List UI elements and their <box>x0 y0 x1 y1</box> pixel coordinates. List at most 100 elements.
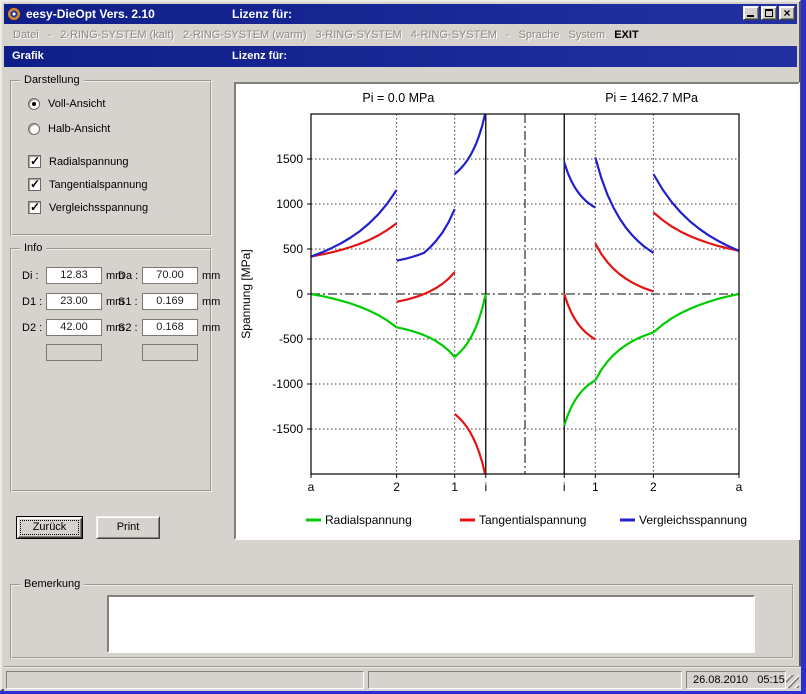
field-da-unit: mm <box>202 270 220 282</box>
close-icon: × <box>780 6 794 20</box>
series-vergleichsspannung <box>455 111 486 174</box>
title-license-label: Lizenz für: <box>232 7 292 21</box>
field-da-value[interactable]: 70.00 <box>142 267 198 284</box>
y-axis-label: Spannung [MPa] <box>239 249 253 338</box>
x-tick-label: 1 <box>451 480 458 494</box>
checkbox-radialspannung[interactable]: Radialspannung <box>28 155 129 168</box>
stress-chart: 150010005000-500-1000-1500a21ii12aPi = 0… <box>236 84 798 538</box>
field-s2-value[interactable]: 0.168 <box>142 319 198 336</box>
minimize-icon <box>747 15 754 17</box>
series-radialspannung <box>595 332 653 380</box>
x-tick-label: i <box>484 480 487 494</box>
x-tick-label: i <box>563 480 566 494</box>
series-radialspannung <box>397 327 455 357</box>
y-tick-label: -1500 <box>272 422 303 436</box>
radio-voll-ansicht-label: Voll-Ansicht <box>48 98 105 110</box>
info-group-title: Info <box>20 242 46 254</box>
series-vergleichsspannung <box>595 157 653 253</box>
field-d1-label: D1 : <box>22 296 42 308</box>
y-tick-label: 1500 <box>276 152 303 166</box>
title-bar: eesy-DieOpt Vers. 2.10 Lizenz für: × <box>4 4 797 24</box>
x-tick-label: 1 <box>592 480 599 494</box>
checkbox-vergleichsspannung-label: Vergleichsspannung <box>49 202 148 214</box>
radio-halb-ansicht[interactable]: Halb-Ansicht <box>28 123 110 135</box>
menu-separator: - <box>48 29 52 41</box>
series-tangentialspannung <box>397 272 455 302</box>
field-di-label: Di : <box>22 270 39 282</box>
print-button[interactable]: Print <box>96 516 160 539</box>
field-extra-left[interactable] <box>46 344 102 361</box>
x-tick-label: 2 <box>393 480 400 494</box>
back-button[interactable]: Zurück <box>16 516 83 539</box>
app-window: eesy-DieOpt Vers. 2.10 Lizenz für: × Dat… <box>0 0 801 691</box>
status-datetime: 26.08.2010 05:15 <box>686 671 786 689</box>
menu-item-sprache[interactable]: Sprache <box>519 29 560 41</box>
info-groupbox: Info Di : 12.83 mm Da : 70.00 mm D1 : 23… <box>10 248 212 492</box>
resize-grip[interactable] <box>786 675 799 688</box>
checkbox-vergleichsspannung[interactable]: Vergleichsspannung <box>28 201 148 214</box>
checkbox-tangentialspannung[interactable]: Tangentialspannung <box>28 178 147 191</box>
series-vergleichsspannung <box>564 162 595 207</box>
series-tangentialspannung <box>564 294 595 339</box>
bemerkung-textarea[interactable] <box>107 595 755 653</box>
menu-item-exit[interactable]: EXIT <box>614 29 638 41</box>
series-tangentialspannung <box>455 414 486 477</box>
bemerkung-group-title: Bemerkung <box>20 578 84 590</box>
y-tick-label: -500 <box>279 332 303 346</box>
field-s1-label: S1 : <box>118 296 138 308</box>
field-d1-value[interactable]: 23.00 <box>46 293 102 310</box>
y-tick-label: 1000 <box>276 197 303 211</box>
radio-voll-ansicht[interactable]: Voll-Ansicht <box>28 98 105 110</box>
chart-gridlines <box>311 114 739 474</box>
checkbox-icon <box>28 155 41 168</box>
minimize-button[interactable] <box>743 6 759 20</box>
chart-title-right: Pi = 1462.7 MPa <box>605 91 698 105</box>
window-title: eesy-DieOpt Vers. 2.10 <box>26 7 155 21</box>
menu-item-2ring-kalt[interactable]: 2-RING-SYSTEM (kalt) <box>60 29 174 41</box>
radio-icon <box>28 123 40 135</box>
maximize-button[interactable] <box>761 6 777 20</box>
menu-item-4ring[interactable]: 4-RING-SYSTEM <box>411 29 497 41</box>
legend-label: Vergleichsspannung <box>639 513 747 527</box>
field-s2-unit: mm <box>202 322 220 334</box>
x-tick-label: a <box>736 480 743 494</box>
legend-label: Radialspannung <box>325 513 412 527</box>
series-radialspannung <box>653 294 739 332</box>
field-extra-right[interactable] <box>142 344 198 361</box>
subheader-license-label: Lizenz für: <box>232 50 287 62</box>
app-icon <box>7 7 21 21</box>
bemerkung-groupbox: Bemerkung <box>10 584 794 659</box>
chart-axes: 150010005000-500-1000-1500a21ii12aPi = 0… <box>239 91 747 527</box>
status-bar: 26.08.2010 05:15 <box>4 666 801 691</box>
chart-panel: 150010005000-500-1000-1500a21ii12aPi = 0… <box>234 82 800 540</box>
x-tick-label: a <box>308 480 315 494</box>
status-panel-middle <box>368 671 682 689</box>
status-panel-left <box>6 671 364 689</box>
radio-halb-ansicht-label: Halb-Ansicht <box>48 123 110 135</box>
field-s1-unit: mm <box>202 296 220 308</box>
menu-separator: - <box>506 29 510 41</box>
series-radialspannung <box>564 380 595 425</box>
menu-item-3ring[interactable]: 3-RING-SYSTEM <box>316 29 402 41</box>
print-button-label: Print <box>117 521 140 533</box>
menu-item-2ring-warm[interactable]: 2-RING-SYSTEM (warm) <box>183 29 306 41</box>
field-s2-label: S2 : <box>118 322 138 334</box>
series-radialspannung <box>311 294 397 327</box>
darstellung-groupbox: Darstellung Voll-Ansicht Halb-Ansicht Ra… <box>10 80 212 236</box>
darstellung-group-title: Darstellung <box>20 74 84 86</box>
child-window-title: Grafik <box>12 50 44 62</box>
chart-title-left: Pi = 0.0 MPa <box>362 91 434 105</box>
series-radialspannung <box>455 294 486 357</box>
series-tangentialspannung <box>595 244 653 292</box>
menu-item-system[interactable]: System <box>569 29 606 41</box>
field-s1-value[interactable]: 0.169 <box>142 293 198 310</box>
field-di-value[interactable]: 12.83 <box>46 267 102 284</box>
checkbox-tangentialspannung-label: Tangentialspannung <box>49 179 147 191</box>
y-tick-label: -1000 <box>272 377 303 391</box>
field-da-label: Da : <box>118 270 138 282</box>
field-d2-label: D2 : <box>22 322 42 334</box>
menu-item-datei[interactable]: Datei <box>13 29 39 41</box>
series-vergleichsspannung <box>397 209 455 261</box>
field-d2-value[interactable]: 42.00 <box>46 319 102 336</box>
close-button[interactable]: × <box>779 6 795 20</box>
